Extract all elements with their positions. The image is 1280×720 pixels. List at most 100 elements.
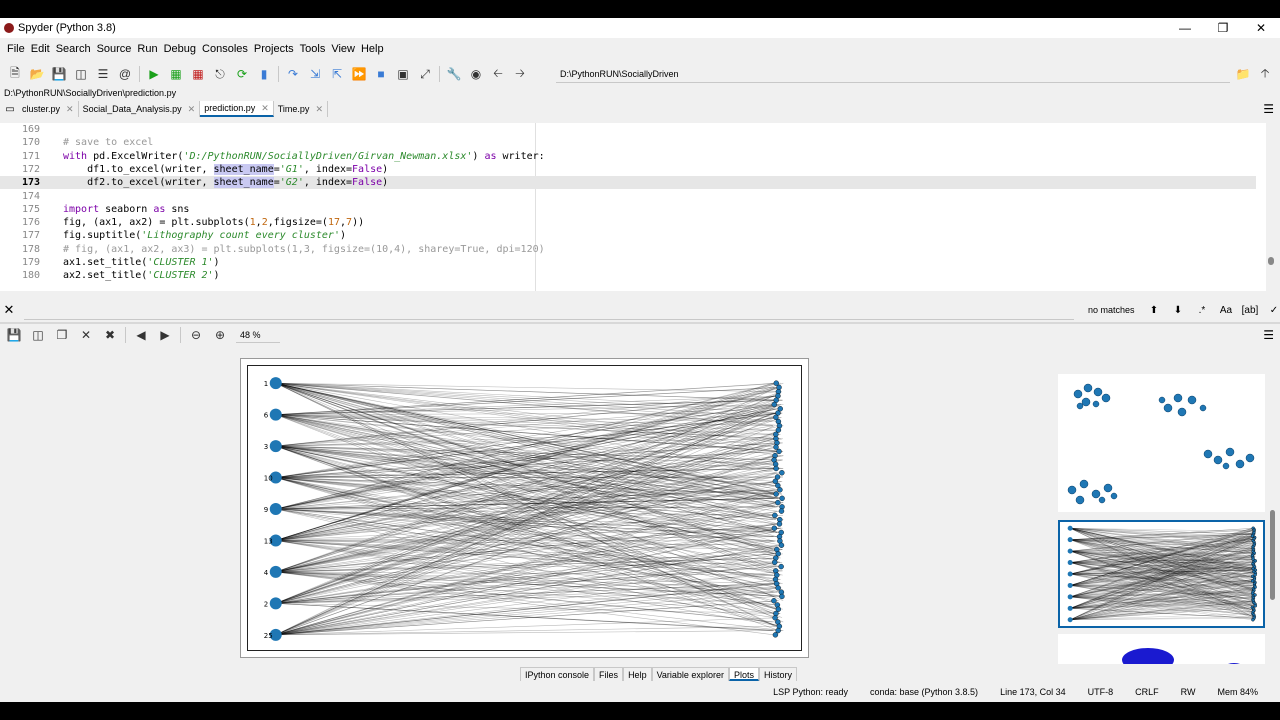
step-return-icon[interactable]: ⇱ — [326, 64, 348, 84]
re-run-icon[interactable]: ⟳ — [231, 64, 253, 84]
code-line[interactable]: 170 # save to excel — [0, 136, 1256, 149]
current-code-line[interactable]: 173 df2.to_excel(writer, sheet_name='G2'… — [0, 176, 1256, 190]
browse-folder-icon[interactable]: 📁 — [1232, 64, 1254, 84]
stop-debug-icon[interactable]: ■ — [370, 64, 392, 84]
maximize-pane-icon[interactable]: ▣ — [392, 64, 414, 84]
code-line[interactable]: 174 — [0, 190, 1256, 203]
code-editor[interactable]: 169 170 # save to excel 171 with pd.ExcelW… — [0, 123, 1276, 291]
menu-edit[interactable]: Edit — [28, 43, 53, 55]
run-selection-icon[interactable]: ⎋ — [209, 64, 231, 84]
zoom-out-icon[interactable]: ⊖ — [184, 325, 208, 345]
back-arrow-icon[interactable]: 🡠 — [487, 64, 509, 84]
plot-viewer[interactable]: 1 6 3 10 9 13 4 2 25 — [0, 350, 1048, 664]
close-tab-icon[interactable]: ✕ — [66, 104, 74, 115]
preferences-icon[interactable]: 🔧 — [443, 64, 465, 84]
save-all-plots-icon[interactable]: ◫ — [26, 325, 50, 345]
next-plot-icon[interactable]: ▶ — [153, 325, 177, 345]
menu-tools[interactable]: Tools — [297, 43, 329, 55]
forward-arrow-icon[interactable]: 🡢 — [509, 64, 531, 84]
code-text: import seaborn as sns — [63, 203, 190, 215]
thumbnail-bipartite[interactable] — [1058, 520, 1265, 628]
pane-tab[interactable]: Variable explorer — [651, 667, 729, 681]
find-next-icon[interactable]: ⬇ — [1166, 305, 1190, 316]
close-tab-icon[interactable]: ✕ — [315, 104, 323, 115]
zoom-level[interactable]: 48 % — [236, 327, 280, 343]
step-icon[interactable]: ↷ — [282, 64, 304, 84]
close-tab-icon[interactable]: ✕ — [188, 104, 196, 115]
remove-plot-icon[interactable]: ✕ — [74, 325, 98, 345]
restore-icon[interactable]: ❐ — [1204, 18, 1242, 38]
menu-projects[interactable]: Projects — [251, 43, 297, 55]
python-path-icon[interactable]: ◉ — [465, 64, 487, 84]
plots-options-icon[interactable]: ☰ — [1263, 328, 1274, 342]
menu-help[interactable]: Help — [358, 43, 387, 55]
pane-tab[interactable]: Help — [623, 667, 652, 681]
code-line[interactable]: 175 import seaborn as sns — [0, 203, 1256, 216]
code-line[interactable]: 177 fig.suptitle('Lithography count every… — [0, 229, 1256, 242]
copy-plot-icon[interactable]: ❐ — [50, 325, 74, 345]
parent-directory-icon[interactable]: 🡡 — [1254, 64, 1276, 84]
highlight-icon[interactable]: ✓ — [1262, 305, 1280, 316]
save-icon[interactable]: 💾 — [48, 64, 70, 84]
whole-word-icon[interactable]: [ab] — [1238, 305, 1262, 316]
pane-tab[interactable]: Files — [594, 667, 624, 681]
menu-debug[interactable]: Debug — [161, 43, 199, 55]
code-line[interactable]: 180 ax2.set_title('CLUSTER 2') — [0, 269, 1256, 282]
menu-source[interactable]: Source — [94, 43, 135, 55]
menu-view[interactable]: View — [328, 43, 358, 55]
editor-scroll-thumb[interactable] — [1268, 257, 1274, 265]
at-icon[interactable]: @ — [114, 64, 136, 84]
thumbnail-clusters[interactable] — [1058, 374, 1265, 512]
close-icon[interactable]: ✕ — [1242, 18, 1280, 38]
continue-icon[interactable]: ⏩ — [348, 64, 370, 84]
editor-tab[interactable]: cluster.py ✕ — [18, 101, 79, 117]
zoom-in-icon[interactable]: ⊕ — [208, 325, 232, 345]
regex-icon[interactable]: .* — [1190, 305, 1214, 316]
list-icon[interactable]: ☰ — [92, 64, 114, 84]
save-all-icon[interactable]: ◫ — [70, 64, 92, 84]
run-icon[interactable]: ▶ — [143, 64, 165, 84]
code-line[interactable]: 178 # fig, (ax1, ax2, ax3) = plt.subplots… — [0, 243, 1256, 256]
find-previous-icon[interactable]: ⬆ — [1142, 305, 1166, 316]
new-file-icon[interactable]: 🗎 — [4, 64, 26, 84]
working-directory-input[interactable]: D:\PythonRUN\SociallyDriven — [556, 65, 1230, 83]
open-file-icon[interactable]: 📂 — [26, 64, 48, 84]
find-input[interactable] — [24, 300, 1074, 320]
case-sensitive-button[interactable]: Aa — [1214, 305, 1238, 316]
previous-plot-icon[interactable]: ◀ — [129, 325, 153, 345]
pane-tab[interactable]: Plots — [728, 667, 759, 681]
thumbnail-scroll-thumb[interactable] — [1270, 510, 1275, 600]
code-line[interactable]: 176 fig, (ax1, ax2) = plt.subplots(1,2,fi… — [0, 216, 1256, 229]
browse-tabs-icon[interactable]: ▭ — [2, 104, 18, 115]
thumbnail-scrollbar[interactable] — [1268, 350, 1276, 664]
pane-tab[interactable]: History — [758, 667, 797, 681]
menu-search[interactable]: Search — [53, 43, 94, 55]
pane-tab[interactable]: IPython console — [520, 667, 595, 681]
remove-all-plots-icon[interactable]: ✖ — [98, 325, 122, 345]
menu-file[interactable]: File — [4, 43, 28, 55]
close-tab-icon[interactable]: ✕ — [261, 103, 269, 114]
fullscreen-icon[interactable]: ⤢ — [414, 64, 436, 84]
editor-tab[interactable]: Social_Data_Analysis.py ✕ — [79, 101, 201, 117]
code-line[interactable]: 171 with pd.ExcelWriter('D:/PythonRUN/Soc… — [0, 150, 1256, 163]
thumbnail-network[interactable] — [1058, 634, 1265, 664]
code-line[interactable]: 179 ax1.set_title('CLUSTER 1') — [0, 256, 1256, 269]
run-cell-icon[interactable]: ▦ — [165, 64, 187, 84]
plot-thumbnails[interactable] — [1052, 350, 1276, 664]
step-into-icon[interactable]: ⇲ — [304, 64, 326, 84]
code-line[interactable]: 172 df1.to_excel(writer, sheet_name='G1'… — [0, 163, 1256, 176]
menu-run[interactable]: Run — [134, 43, 160, 55]
run-cell-advance-icon[interactable]: ▦ — [187, 64, 209, 84]
menu-consoles[interactable]: Consoles — [199, 43, 251, 55]
debug-icon[interactable]: ▮ — [253, 64, 275, 84]
close-find-icon[interactable]: ✕ — [0, 302, 18, 318]
editor-scrollbar[interactable] — [1266, 123, 1276, 291]
code-text: # fig, (ax1, ax2, ax3) = plt.subplots(1,… — [63, 243, 545, 255]
save-plot-icon[interactable]: 💾 — [2, 325, 26, 345]
options-menu-icon[interactable]: ☰ — [1263, 102, 1274, 116]
minimize-icon[interactable]: — — [1166, 18, 1204, 38]
right-node — [779, 470, 785, 476]
editor-tab[interactable]: Time.py ✕ — [274, 101, 328, 117]
code-line[interactable]: 169 — [0, 123, 1256, 136]
editor-tab[interactable]: prediction.py ✕ — [200, 101, 274, 117]
